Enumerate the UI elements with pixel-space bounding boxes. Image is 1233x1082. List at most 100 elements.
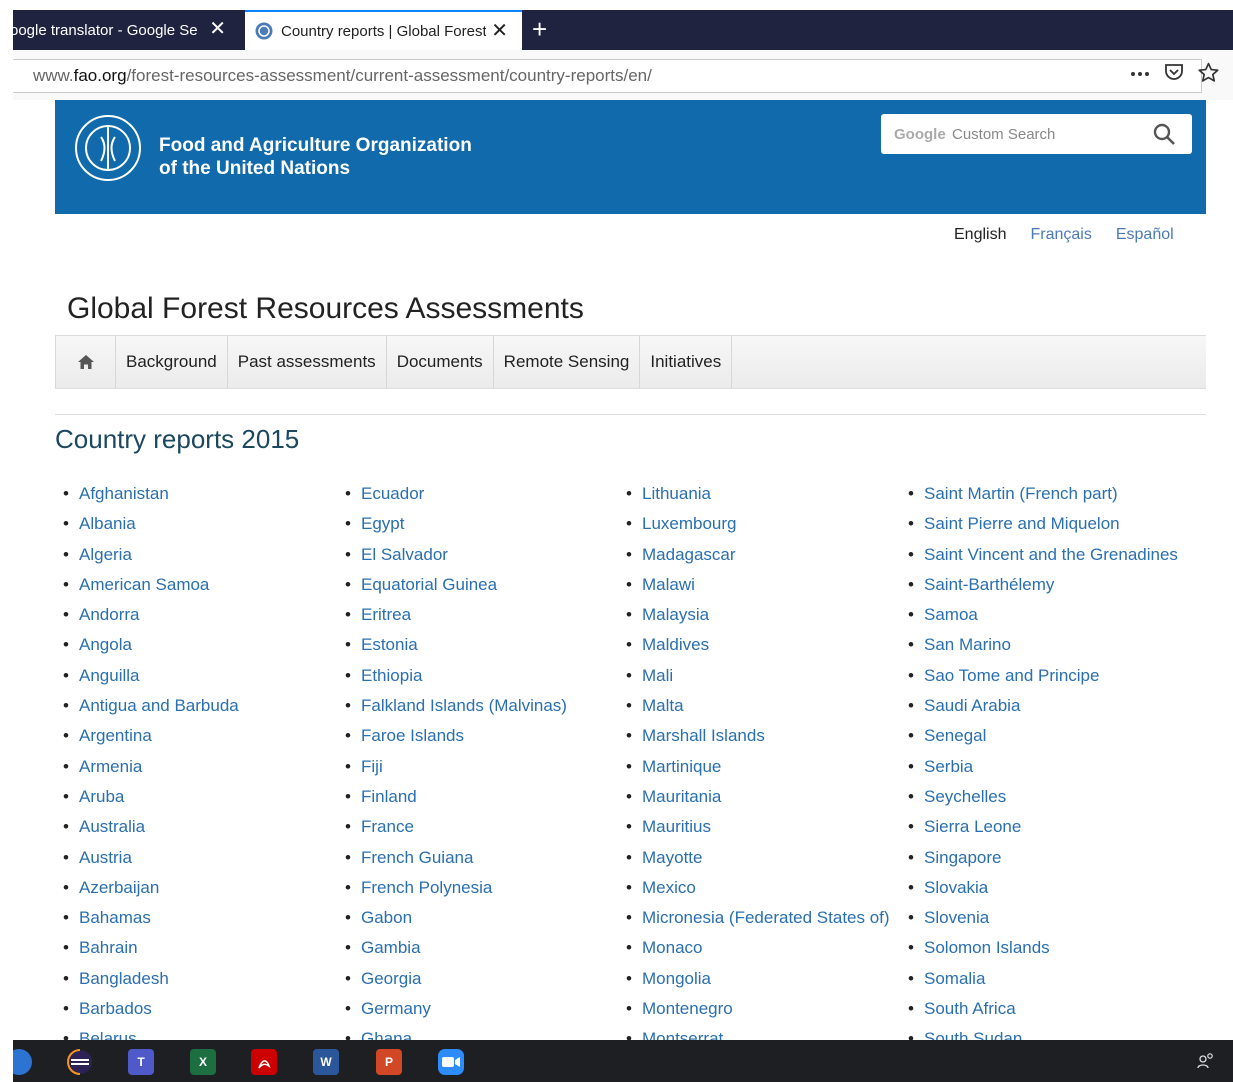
new-tab-button[interactable]: +	[532, 14, 547, 44]
country-link[interactable]: Malawi	[618, 570, 900, 600]
country-link[interactable]: French Guiana	[337, 843, 619, 873]
country-link[interactable]: Saint-Barthélemy	[900, 570, 1182, 600]
country-link[interactable]: Bahamas	[55, 903, 337, 933]
country-link[interactable]: Andorra	[55, 600, 337, 630]
country-link[interactable]: Serbia	[900, 752, 1182, 782]
country-link[interactable]: Mayotte	[618, 843, 900, 873]
country-link[interactable]: Armenia	[55, 752, 337, 782]
country-link[interactable]: Madagascar	[618, 540, 900, 570]
country-link[interactable]: Singapore	[900, 843, 1182, 873]
organization-name[interactable]: Food and Agriculture Organization of the…	[159, 134, 472, 180]
country-link[interactable]: Malta	[618, 691, 900, 721]
country-link[interactable]: Estonia	[337, 630, 619, 660]
country-link[interactable]: Saint Martin (French part)	[900, 479, 1182, 509]
country-link[interactable]: Gambia	[337, 933, 619, 963]
country-link[interactable]: Mexico	[618, 873, 900, 903]
country-link[interactable]: Saint Vincent and the Grenadines	[900, 540, 1182, 570]
country-link[interactable]: Ethiopia	[337, 661, 619, 691]
word-icon[interactable]: W	[313, 1049, 339, 1075]
country-link[interactable]: Mauritius	[618, 812, 900, 842]
custom-search-box[interactable]: Google Custom Search	[881, 114, 1192, 154]
country-link[interactable]: Slovakia	[900, 873, 1182, 903]
country-link[interactable]: Mongolia	[618, 964, 900, 994]
country-link[interactable]: Marshall Islands	[618, 721, 900, 751]
country-link[interactable]: Montenegro	[618, 994, 900, 1024]
country-link[interactable]: Georgia	[337, 964, 619, 994]
search-icon[interactable]	[1152, 122, 1176, 151]
country-link[interactable]: Maldives	[618, 630, 900, 660]
country-link[interactable]: French Polynesia	[337, 873, 619, 903]
country-link[interactable]: Fiji	[337, 752, 619, 782]
nav-home-button[interactable]	[55, 336, 116, 388]
country-link[interactable]: Micronesia (Federated States of)	[618, 903, 900, 933]
country-link[interactable]: Mali	[618, 661, 900, 691]
country-link[interactable]: Bahrain	[55, 933, 337, 963]
bookmark-star-icon[interactable]	[1198, 62, 1219, 89]
country-link[interactable]: Equatorial Guinea	[337, 570, 619, 600]
country-link[interactable]: Seychelles	[900, 782, 1182, 812]
pocket-icon[interactable]	[1164, 62, 1184, 89]
country-link[interactable]: Aruba	[55, 782, 337, 812]
country-link[interactable]: American Samoa	[55, 570, 337, 600]
language-french-link[interactable]: Français	[1030, 226, 1091, 244]
country-link[interactable]: Afghanistan	[55, 479, 337, 509]
country-link[interactable]: Malaysia	[618, 600, 900, 630]
country-link[interactable]: Anguilla	[55, 661, 337, 691]
close-tab-icon[interactable]: ✕	[209, 18, 226, 40]
country-link[interactable]: Samoa	[900, 600, 1182, 630]
country-link[interactable]: Austria	[55, 843, 337, 873]
eclipse-icon[interactable]	[67, 1049, 93, 1075]
country-link[interactable]: San Marino	[900, 630, 1182, 660]
country-link[interactable]: Bangladesh	[55, 964, 337, 994]
country-link[interactable]: Slovenia	[900, 903, 1182, 933]
fao-logo[interactable]	[75, 115, 141, 181]
country-link[interactable]: Sierra Leone	[900, 812, 1182, 842]
country-link[interactable]: Egypt	[337, 509, 619, 539]
country-link[interactable]: Senegal	[900, 721, 1182, 751]
country-link[interactable]: South Africa	[900, 994, 1182, 1024]
excel-icon[interactable]: X	[190, 1049, 216, 1075]
country-link[interactable]: Finland	[337, 782, 619, 812]
country-link[interactable]: Monaco	[618, 933, 900, 963]
tab-google-translator[interactable]: oogle translator - Google Sea ✕	[0, 10, 240, 50]
country-link[interactable]: Germany	[337, 994, 619, 1024]
country-link[interactable]: Barbados	[55, 994, 337, 1024]
people-icon[interactable]	[1197, 1052, 1215, 1073]
tab-country-reports[interactable]: Country reports | Global Forest ✕	[245, 10, 522, 50]
teams-icon[interactable]: T	[128, 1049, 154, 1075]
nav-initiatives[interactable]: Initiatives	[640, 336, 733, 388]
page-actions-menu-icon[interactable]	[1130, 62, 1150, 89]
country-link[interactable]: El Salvador	[337, 540, 619, 570]
country-link[interactable]: Martinique	[618, 752, 900, 782]
nav-remote-sensing[interactable]: Remote Sensing	[494, 336, 641, 388]
acrobat-icon[interactable]	[251, 1049, 277, 1075]
country-link[interactable]: Solomon Islands	[900, 933, 1182, 963]
country-link[interactable]: Sao Tome and Principe	[900, 661, 1182, 691]
country-link[interactable]: Antigua and Barbuda	[55, 691, 337, 721]
close-tab-icon[interactable]: ✕	[491, 20, 508, 42]
country-link[interactable]: Faroe Islands	[337, 721, 619, 751]
address-bar[interactable]: www.fao.org/forest-resources-assessment/…	[0, 59, 1202, 93]
country-link[interactable]: Mauritania	[618, 782, 900, 812]
country-link[interactable]: Angola	[55, 630, 337, 660]
country-link[interactable]: Australia	[55, 812, 337, 842]
country-link[interactable]: Somalia	[900, 964, 1182, 994]
country-link[interactable]: Falkland Islands (Malvinas)	[337, 691, 619, 721]
country-link[interactable]: Eritrea	[337, 600, 619, 630]
country-link[interactable]: Saint Pierre and Miquelon	[900, 509, 1182, 539]
powerpoint-icon[interactable]: P	[376, 1049, 402, 1075]
country-link[interactable]: Ecuador	[337, 479, 619, 509]
country-link[interactable]: Azerbaijan	[55, 873, 337, 903]
country-link[interactable]: Lithuania	[618, 479, 900, 509]
country-link[interactable]: Argentina	[55, 721, 337, 751]
country-link[interactable]: France	[337, 812, 619, 842]
country-link[interactable]: Algeria	[55, 540, 337, 570]
nav-background[interactable]: Background	[116, 336, 228, 388]
nav-past-assessments[interactable]: Past assessments	[228, 336, 387, 388]
country-link[interactable]: Saudi Arabia	[900, 691, 1182, 721]
country-link[interactable]: Luxembourg	[618, 509, 900, 539]
nav-documents[interactable]: Documents	[387, 336, 494, 388]
country-link[interactable]: Gabon	[337, 903, 619, 933]
country-link[interactable]: Albania	[55, 509, 337, 539]
zoom-icon[interactable]	[438, 1049, 464, 1075]
